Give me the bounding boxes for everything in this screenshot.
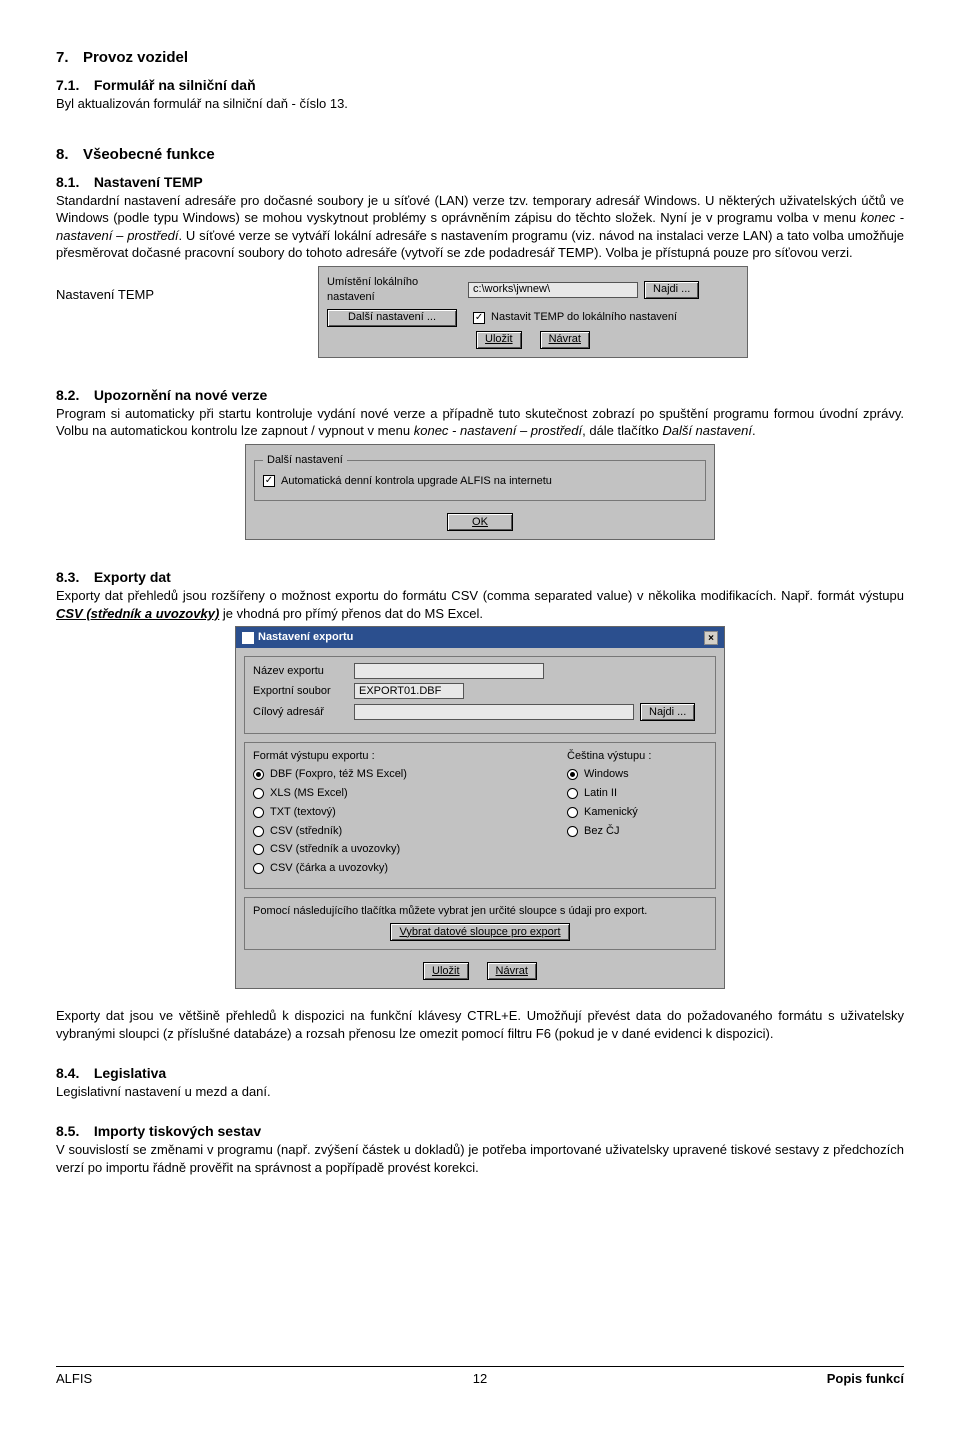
back-button[interactable]: Návrat bbox=[540, 331, 590, 349]
format-label: CSV (čárka a uvozovky) bbox=[270, 861, 388, 876]
encoding-radio-latin2[interactable] bbox=[567, 788, 578, 799]
paragraph: Standardní nastavení adresáře pro dočasn… bbox=[56, 192, 904, 262]
format-radio-dbf[interactable] bbox=[253, 769, 264, 780]
encoding-label: Windows bbox=[584, 767, 629, 782]
section-title: Provoz vozidel bbox=[83, 49, 188, 66]
section-8-2-heading: 8.2. Upozornění na nové verze bbox=[56, 386, 904, 405]
target-dir-input[interactable] bbox=[354, 704, 634, 720]
export-file-label: Exportní soubor bbox=[253, 684, 348, 699]
export-file-input[interactable]: EXPORT01.DBF bbox=[354, 683, 464, 699]
group-label: Další nastavení bbox=[263, 453, 347, 468]
help-text: Pomocí následujícího tlačítka můžete vyb… bbox=[253, 904, 707, 919]
more-settings-panel: Další nastavení ✓ Automatická denní kont… bbox=[245, 444, 715, 541]
ok-button[interactable]: OK bbox=[447, 513, 513, 531]
section-8-4-heading: 8.4. Legislativa bbox=[56, 1064, 904, 1083]
sub-num: 7.1. bbox=[56, 77, 79, 93]
close-icon[interactable]: × bbox=[704, 631, 718, 645]
sub-title: Exporty dat bbox=[94, 569, 171, 585]
sub-num: 8.4. bbox=[56, 1065, 79, 1081]
encoding-group-label: Čeština výstupu : bbox=[567, 749, 707, 764]
more-settings-button[interactable]: Další nastavení ... bbox=[327, 309, 457, 327]
encoding-radio-windows[interactable] bbox=[567, 769, 578, 780]
find-button[interactable]: Najdi ... bbox=[640, 703, 695, 721]
section-7-1-heading: 7.1. Formulář na silniční daň bbox=[56, 76, 904, 95]
sub-title: Upozornění na nové verze bbox=[94, 387, 267, 403]
format-radio-csv-semi-quote[interactable] bbox=[253, 844, 264, 855]
encoding-label: Bez ČJ bbox=[584, 824, 619, 839]
auto-update-label: Automatická denní kontrola upgrade ALFIS… bbox=[281, 474, 552, 489]
footer-page-number: 12 bbox=[473, 1370, 487, 1388]
format-label: CSV (středník a uvozovky) bbox=[270, 842, 400, 857]
export-name-input[interactable] bbox=[354, 663, 544, 679]
sub-title: Formulář na silniční daň bbox=[94, 77, 256, 93]
sub-title: Nastavení TEMP bbox=[94, 174, 203, 190]
paragraph: Exporty dat jsou ve většině přehledů k d… bbox=[56, 1007, 904, 1042]
section-7-heading: 7. Provoz vozidel bbox=[56, 48, 904, 68]
export-name-label: Název exportu bbox=[253, 664, 348, 679]
section-8-3-heading: 8.3. Exporty dat bbox=[56, 568, 904, 587]
section-8-heading: 8. Všeobecné funkce bbox=[56, 145, 904, 165]
paragraph: Program si automaticky při startu kontro… bbox=[56, 405, 904, 440]
sub-title: Legislativa bbox=[94, 1065, 166, 1081]
sub-title: Importy tiskových sestav bbox=[94, 1123, 261, 1139]
find-button[interactable]: Najdi ... bbox=[644, 281, 699, 299]
path-input[interactable]: c:\works\jwnew\ bbox=[468, 282, 638, 298]
save-button[interactable]: Uložit bbox=[476, 331, 522, 349]
path-label: Umístění lokálního nastavení bbox=[327, 275, 462, 305]
paragraph: V souvislostí se změnami v programu (nap… bbox=[56, 1141, 904, 1176]
format-label: CSV (středník) bbox=[270, 824, 342, 839]
encoding-radio-nocj[interactable] bbox=[567, 826, 578, 837]
auto-update-checkbox[interactable]: ✓ bbox=[263, 475, 275, 487]
format-label: XLS (MS Excel) bbox=[270, 786, 348, 801]
paragraph: Legislativní nastavení u mezd a daní. bbox=[56, 1083, 904, 1101]
save-button[interactable]: Uložit bbox=[423, 962, 469, 980]
select-columns-button[interactable]: Vybrat datové sloupce pro export bbox=[390, 923, 569, 941]
paragraph: Byl aktualizován formulář na silniční da… bbox=[56, 95, 904, 113]
section-num: 7. bbox=[56, 49, 69, 66]
footer-left: ALFIS bbox=[56, 1370, 473, 1388]
format-label: DBF (Foxpro, též MS Excel) bbox=[270, 767, 407, 782]
encoding-label: Latin II bbox=[584, 786, 617, 801]
format-radio-csv-semi[interactable] bbox=[253, 826, 264, 837]
temp-settings-panel: Umístění lokálního nastavení c:\works\jw… bbox=[318, 266, 748, 358]
sub-num: 8.5. bbox=[56, 1123, 79, 1139]
export-settings-dialog: Nastavení exportu × Název exportu Export… bbox=[235, 626, 725, 989]
encoding-radio-kamenicky[interactable] bbox=[567, 807, 578, 818]
encoding-label: Kamenický bbox=[584, 805, 638, 820]
back-button[interactable]: Návrat bbox=[487, 962, 537, 980]
sub-num: 8.3. bbox=[56, 569, 79, 585]
format-radio-xls[interactable] bbox=[253, 788, 264, 799]
section-title: Všeobecné funkce bbox=[83, 146, 215, 163]
format-radio-txt[interactable] bbox=[253, 807, 264, 818]
cube-icon bbox=[242, 632, 254, 644]
footer-right: Popis funkcí bbox=[487, 1370, 904, 1388]
format-radio-csv-comma-quote[interactable] bbox=[253, 863, 264, 874]
target-dir-label: Cílový adresář bbox=[253, 705, 348, 720]
temp-checkbox[interactable]: ✓ bbox=[473, 312, 485, 324]
section-8-5-heading: 8.5. Importy tiskových sestav bbox=[56, 1122, 904, 1141]
temp-checkbox-label: Nastavit TEMP do lokálního nastavení bbox=[491, 310, 677, 325]
sub-num: 8.1. bbox=[56, 174, 79, 190]
section-8-1-heading: 8.1. Nastavení TEMP bbox=[56, 173, 904, 192]
page-footer: ALFIS 12 Popis funkcí bbox=[56, 1366, 904, 1388]
format-group-label: Formát výstupu exportu : bbox=[253, 749, 547, 764]
paragraph: Exporty dat přehledů jsou rozšířeny o mo… bbox=[56, 587, 904, 622]
sub-num: 8.2. bbox=[56, 387, 79, 403]
format-label: TXT (textový) bbox=[270, 805, 336, 820]
dialog-title: Nastavení exportu bbox=[258, 630, 353, 645]
temp-label: Nastavení TEMP bbox=[56, 266, 162, 304]
section-num: 8. bbox=[56, 146, 69, 163]
